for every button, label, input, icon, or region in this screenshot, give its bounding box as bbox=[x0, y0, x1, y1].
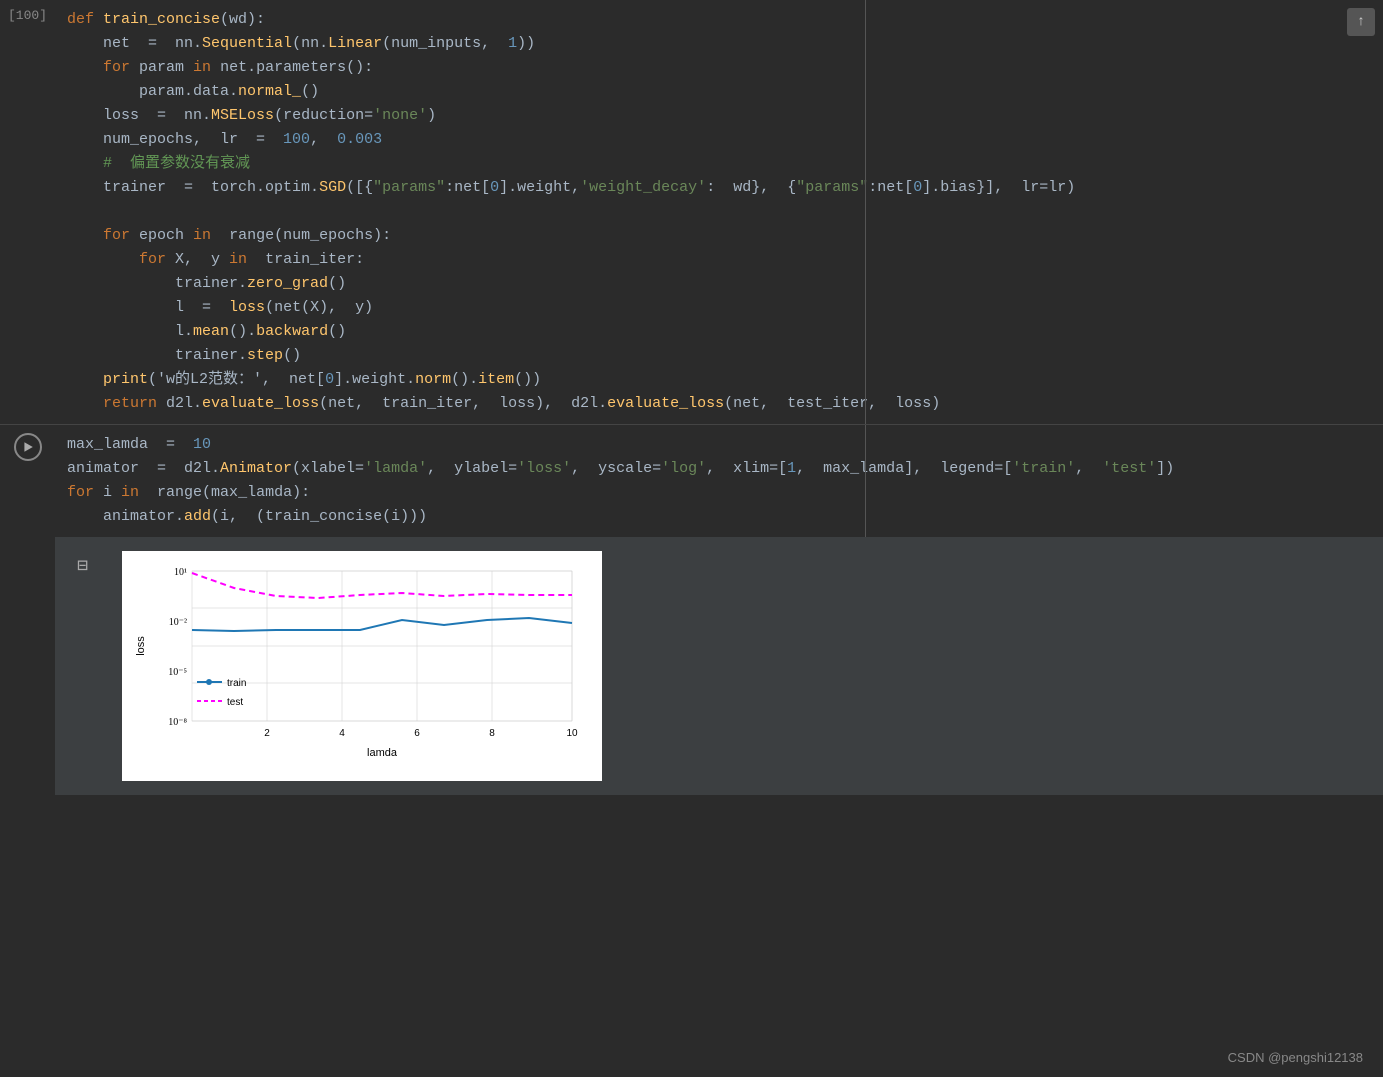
svg-text:4: 4 bbox=[339, 728, 345, 739]
svg-text:test: test bbox=[227, 697, 243, 708]
cell-1-code[interactable]: def train_concise(wd): net = nn.Sequenti… bbox=[55, 0, 1383, 424]
code-block-1: def train_concise(wd): net = nn.Sequenti… bbox=[67, 8, 1371, 416]
svg-text:8: 8 bbox=[489, 728, 495, 739]
scroll-up-button[interactable]: ↑ bbox=[1347, 8, 1375, 36]
output-area: ⊟ bbox=[55, 537, 1383, 795]
svg-text:2: 2 bbox=[264, 728, 270, 739]
cell-2: max_lamda = 10 animator = d2l.Animator(x… bbox=[0, 425, 1383, 1077]
notebook-container: [100] def train_concise(wd): net = nn.Se… bbox=[0, 0, 1383, 1077]
watermark: CSDN @pengshi12138 bbox=[1228, 1050, 1363, 1065]
loss-chart: 10¹ 10⁻² 10⁻⁵ 10⁻⁸ 2 4 6 8 10 loss bbox=[132, 561, 592, 771]
output-icon-gutter: ⊟ bbox=[55, 547, 110, 785]
svg-text:10: 10 bbox=[566, 728, 578, 739]
svg-text:train: train bbox=[227, 678, 246, 689]
svg-text:loss: loss bbox=[135, 636, 147, 656]
svg-text:lamda: lamda bbox=[367, 747, 398, 759]
code-block-2: max_lamda = 10 animator = d2l.Animator(x… bbox=[67, 433, 1371, 529]
cell-1: [100] def train_concise(wd): net = nn.Se… bbox=[0, 0, 1383, 425]
svg-text:6: 6 bbox=[414, 728, 420, 739]
cell-2-code[interactable]: max_lamda = 10 animator = d2l.Animator(x… bbox=[55, 425, 1383, 537]
output-content: 10¹ 10⁻² 10⁻⁵ 10⁻⁸ 2 4 6 8 10 loss bbox=[110, 547, 1383, 785]
output-collapse-icon[interactable]: ⊟ bbox=[69, 552, 97, 580]
svg-text:10⁻⁵: 10⁻⁵ bbox=[168, 667, 187, 678]
cell-1-label: [100] bbox=[0, 0, 55, 424]
chart-container: 10¹ 10⁻² 10⁻⁵ 10⁻⁸ 2 4 6 8 10 loss bbox=[122, 551, 602, 781]
svg-text:10⁻²: 10⁻² bbox=[169, 617, 187, 628]
cell-2-content: max_lamda = 10 animator = d2l.Animator(x… bbox=[55, 425, 1383, 1077]
svg-text:10¹: 10¹ bbox=[174, 567, 187, 578]
run-button[interactable] bbox=[14, 433, 42, 461]
svg-text:10⁻⁸: 10⁻⁸ bbox=[168, 717, 187, 728]
cell-2-run-gutter bbox=[0, 425, 55, 1077]
